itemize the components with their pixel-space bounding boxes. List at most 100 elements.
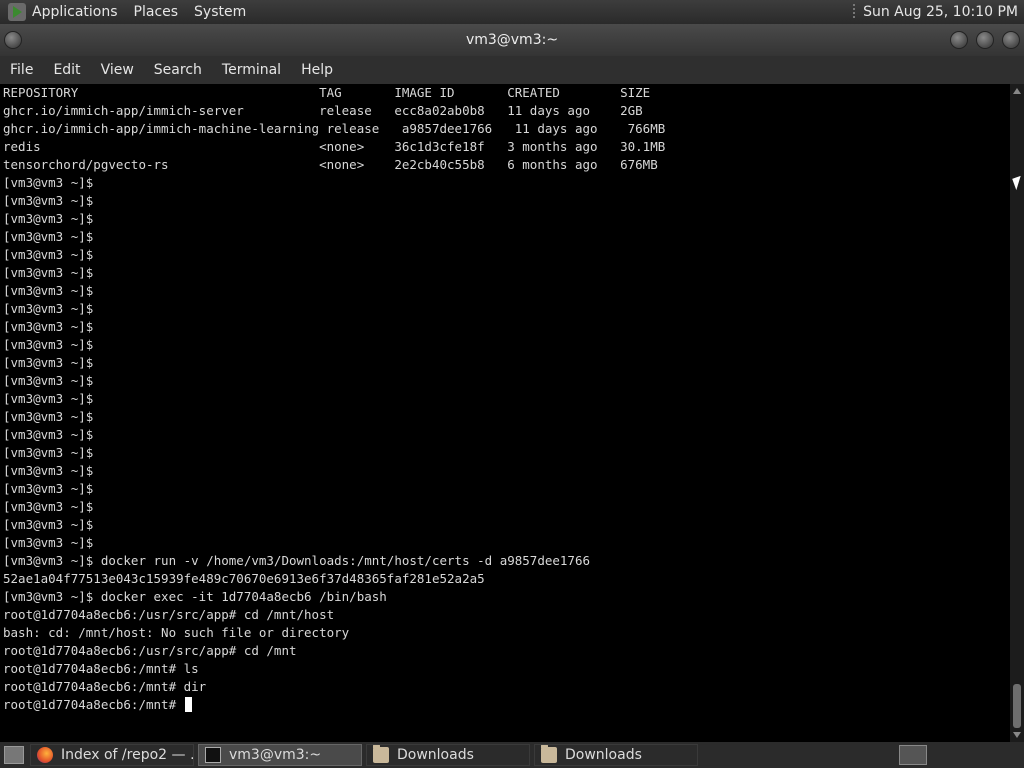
terminal-line: [vm3@vm3 ~]$ [0, 534, 1010, 552]
terminal-icon [205, 747, 221, 763]
terminal-line-text: ghcr.io/immich-app/immich-machine-learni… [3, 121, 666, 136]
terminal-line-text: ghcr.io/immich-app/immich-server release… [3, 103, 643, 118]
terminal-line-text: [vm3@vm3 ~]$ [3, 445, 94, 460]
terminal-line: root@1d7704a8ecb6:/usr/src/app# cd /mnt [0, 642, 1010, 660]
terminal-line: redis <none> 36c1d3cfe18f 3 months ago 3… [0, 138, 1010, 156]
task-terminal[interactable]: vm3@vm3:~ [198, 744, 362, 766]
menu-bar: File Edit View Search Terminal Help [0, 56, 1024, 84]
terminal-line: [vm3@vm3 ~]$ [0, 174, 1010, 192]
terminal-cursor [184, 697, 192, 712]
task-firefox[interactable]: Index of /repo2 — … [30, 744, 194, 766]
terminal-line-text: [vm3@vm3 ~]$ docker run -v /home/vm3/Dow… [3, 553, 590, 568]
terminal-line-text: root@1d7704a8ecb6:/usr/src/app# cd /mnt [3, 643, 297, 658]
terminal-line-text: [vm3@vm3 ~]$ [3, 175, 94, 190]
places-menu[interactable]: Places [134, 4, 179, 20]
minimize-button[interactable] [950, 31, 968, 49]
applications-menu[interactable]: Applications [32, 4, 118, 20]
terminal-line-text: root@1d7704a8ecb6:/mnt# ls [3, 661, 199, 676]
terminal-line: [vm3@vm3 ~]$ [0, 390, 1010, 408]
terminal-line: [vm3@vm3 ~]$ [0, 480, 1010, 498]
scroll-down-icon[interactable] [1013, 732, 1021, 738]
menu-view[interactable]: View [101, 62, 134, 78]
terminal-line-text: [vm3@vm3 ~]$ [3, 409, 94, 424]
terminal-line: [vm3@vm3 ~]$ [0, 318, 1010, 336]
taskbar: Index of /repo2 — … vm3@vm3:~ Downloads … [0, 742, 1024, 768]
terminal-line-text: [vm3@vm3 ~]$ [3, 301, 94, 316]
menu-terminal[interactable]: Terminal [222, 62, 281, 78]
terminal-line: root@1d7704a8ecb6:/usr/src/app# cd /mnt/… [0, 606, 1010, 624]
terminal-line-text: [vm3@vm3 ~]$ [3, 535, 94, 550]
task-downloads-2[interactable]: Downloads [534, 744, 698, 766]
terminal-line: [vm3@vm3 ~]$ docker run -v /home/vm3/Dow… [0, 552, 1010, 570]
task-label: Downloads [397, 747, 474, 763]
terminal-line: [vm3@vm3 ~]$ [0, 354, 1010, 372]
terminal-line-text: tensorchord/pgvecto-rs <none> 2e2cb40c55… [3, 157, 658, 172]
terminal-line-text: root@1d7704a8ecb6:/usr/src/app# cd /mnt/… [3, 607, 335, 622]
panel-separator [853, 4, 856, 20]
terminal-line-text: 52ae1a04f77513e043c15939fe489c70670e6913… [3, 571, 485, 586]
terminal-line: bash: cd: /mnt/host: No such file or dir… [0, 624, 1010, 642]
terminal-line-text: [vm3@vm3 ~]$ [3, 391, 94, 406]
terminal-line: [vm3@vm3 ~]$ [0, 264, 1010, 282]
terminal-line-text: [vm3@vm3 ~]$ docker exec -it 1d7704a8ecb… [3, 589, 387, 604]
terminal-line: [vm3@vm3 ~]$ [0, 516, 1010, 534]
scrollbar-thumb[interactable] [1013, 684, 1021, 728]
terminal-line: [vm3@vm3 ~]$ [0, 246, 1010, 264]
menu-search[interactable]: Search [154, 62, 202, 78]
task-label: vm3@vm3:~ [229, 747, 322, 763]
firefox-icon [37, 747, 53, 763]
task-downloads-1[interactable]: Downloads [366, 744, 530, 766]
scroll-up-icon[interactable] [1013, 88, 1021, 94]
terminal-line-text: [vm3@vm3 ~]$ [3, 229, 94, 244]
terminal-line: [vm3@vm3 ~]$ [0, 192, 1010, 210]
terminal-line: [vm3@vm3 ~]$ [0, 336, 1010, 354]
terminal-line-text: [vm3@vm3 ~]$ [3, 481, 94, 496]
terminal-line: [vm3@vm3 ~]$ [0, 498, 1010, 516]
terminal-line-text: [vm3@vm3 ~]$ [3, 283, 94, 298]
menu-file[interactable]: File [10, 62, 33, 78]
terminal-line: [vm3@vm3 ~]$ [0, 300, 1010, 318]
terminal-line: [vm3@vm3 ~]$ [0, 282, 1010, 300]
terminal-line-text: bash: cd: /mnt/host: No such file or dir… [3, 625, 350, 640]
terminal-line-text: [vm3@vm3 ~]$ [3, 373, 94, 388]
clock[interactable]: Sun Aug 25, 10:10 PM [863, 4, 1018, 20]
terminal-line: root@1d7704a8ecb6:/mnt# dir [0, 678, 1010, 696]
task-label: Downloads [565, 747, 642, 763]
terminal-line: [vm3@vm3 ~]$ [0, 228, 1010, 246]
system-menu[interactable]: System [194, 4, 246, 20]
terminal-line-text: [vm3@vm3 ~]$ [3, 463, 94, 478]
workspace-switcher-icon[interactable] [899, 745, 927, 765]
close-button[interactable] [1002, 31, 1020, 49]
terminal-line: ghcr.io/immich-app/immich-server release… [0, 102, 1010, 120]
terminal-line-text: root@1d7704a8ecb6:/mnt# [3, 697, 184, 712]
window-menu-icon[interactable] [4, 31, 22, 49]
maximize-button[interactable] [976, 31, 994, 49]
terminal-line-text: [vm3@vm3 ~]$ [3, 265, 94, 280]
terminal-output[interactable]: REPOSITORY TAG IMAGE ID CREATED SIZE ghcr… [0, 84, 1010, 742]
terminal-line-text: root@1d7704a8ecb6:/mnt# dir [3, 679, 207, 694]
terminal-line: [vm3@vm3 ~]$ [0, 408, 1010, 426]
terminal-line: ghcr.io/immich-app/immich-machine-learni… [0, 120, 1010, 138]
folder-icon [373, 745, 389, 763]
terminal-line: [vm3@vm3 ~]$ [0, 444, 1010, 462]
terminal-line: [vm3@vm3 ~]$ docker exec -it 1d7704a8ecb… [0, 588, 1010, 606]
window-title-bar[interactable]: vm3@vm3:~ [0, 24, 1024, 56]
terminal-line: [vm3@vm3 ~]$ [0, 210, 1010, 228]
terminal-line: root@1d7704a8ecb6:/mnt# ls [0, 660, 1010, 678]
terminal-line-text: [vm3@vm3 ~]$ [3, 517, 94, 532]
menu-help[interactable]: Help [301, 62, 333, 78]
terminal-line: tensorchord/pgvecto-rs <none> 2e2cb40c55… [0, 156, 1010, 174]
folder-icon [541, 745, 557, 763]
terminal-line-text: REPOSITORY TAG IMAGE ID CREATED SIZE [3, 85, 651, 100]
window-title: vm3@vm3:~ [465, 32, 559, 48]
menu-edit[interactable]: Edit [53, 62, 80, 78]
terminal-line: REPOSITORY TAG IMAGE ID CREATED SIZE [0, 84, 1010, 102]
terminal-line-text: [vm3@vm3 ~]$ [3, 211, 94, 226]
terminal-line: [vm3@vm3 ~]$ [0, 462, 1010, 480]
top-panel: Applications Places System Sun Aug 25, 1… [0, 0, 1024, 24]
terminal-line: [vm3@vm3 ~]$ [0, 372, 1010, 390]
task-label: Index of /repo2 — … [61, 747, 194, 763]
terminal-line-text: [vm3@vm3 ~]$ [3, 427, 94, 442]
show-desktop-button[interactable] [4, 746, 24, 764]
distro-logo-icon[interactable] [8, 3, 26, 21]
